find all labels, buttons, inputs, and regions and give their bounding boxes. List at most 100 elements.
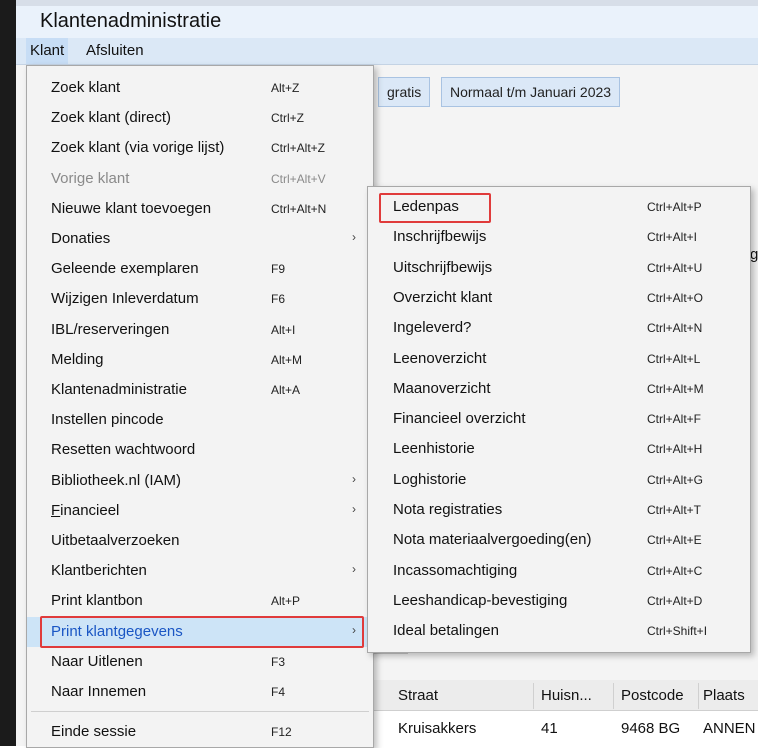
menu-item-zoek-klant-direct[interactable]: Zoek klant (direct) Ctrl+Z <box>27 103 373 133</box>
menu-item-shortcut: F12 <box>271 725 292 740</box>
menu-item-shortcut: F3 <box>271 654 286 669</box>
menu-item-label: Nota materiaalvergoeding(en) <box>393 531 592 549</box>
menu-item-melding[interactable]: Melding Alt+M <box>27 345 373 375</box>
submenu-item-leenhistorie[interactable]: Leenhistorie Ctrl+Alt+H <box>368 434 750 464</box>
menu-item-label: Uitschrijfbewijs <box>393 258 493 276</box>
menu-item-label: Print klantgegevens <box>51 622 183 640</box>
menu-item-shortcut: Ctrl+Alt+T <box>647 503 702 517</box>
menu-item-label: Financieel <box>51 501 120 519</box>
menu-separator <box>31 711 369 713</box>
submenu-item-overzicht-klant[interactable]: Overzicht klant Ctrl+Alt+O <box>368 283 750 313</box>
menu-item-label: Zoek klant <box>51 79 121 96</box>
submenu-item-uitschrijfbewijs[interactable]: Uitschrijfbewijs Ctrl+Alt+U <box>368 253 750 283</box>
menu-item-naar-uitlenen[interactable]: Naar Uitlenen F3 <box>27 647 373 677</box>
grid-cell-straat: Kruisakkers <box>398 720 477 737</box>
grid-header-straat[interactable]: Straat <box>398 687 438 704</box>
menu-item-uitbetaalverzoeken[interactable]: Uitbetaalverzoeken <box>27 526 373 556</box>
menu-item-label: Naar Uitlenen <box>51 652 143 670</box>
submenu-item-ledenpas[interactable]: Ledenpas Ctrl+Alt+P <box>368 192 750 222</box>
menu-item-label: Instellen pincode <box>51 411 164 429</box>
menu-item-shortcut: Ctrl+Alt+V <box>271 171 326 186</box>
menu-item-label: Print klantbon <box>51 592 143 610</box>
submenu-item-ideal-betalingen[interactable]: Ideal betalingen Ctrl+Shift+I <box>368 616 750 646</box>
window-left-edge <box>0 0 16 746</box>
grid-column-divider <box>613 683 614 709</box>
menu-item-zoek-klant-via-vorige-lijst[interactable]: Zoek klant (via vorige lijst) Ctrl+Alt+Z <box>27 133 373 163</box>
menu-item-vorige-klant[interactable]: Vorige klant Ctrl+Alt+V <box>27 164 373 194</box>
menu-item-label: Einde sessie <box>51 723 137 741</box>
menu-item-bibliotheek-nl-iam[interactable]: Bibliotheek.nl (IAM) › <box>27 466 373 496</box>
menu-item-shortcut: Alt+M <box>271 352 303 367</box>
status-chip-membership: Normaal t/m Januari 2023 <box>441 77 621 107</box>
menu-item-print-klantbon[interactable]: Print klantbon Alt+P <box>27 586 373 616</box>
menu-item-klantberichten[interactable]: Klantberichten › <box>27 556 373 586</box>
menu-item-shortcut: Ctrl+Alt+C <box>647 563 703 578</box>
menu-item-label: Klantenadministratie <box>51 381 187 398</box>
menu-item-naar-innemen[interactable]: Naar Innemen F4 <box>27 677 373 707</box>
menu-item-label: Bibliotheek.nl (IAM) <box>51 471 182 489</box>
menu-item-label: Klantberichten <box>51 562 147 580</box>
grid-header-plaats[interactable]: Plaats <box>703 687 745 704</box>
submenu-item-ingeleverd[interactable]: Ingeleverd? Ctrl+Alt+N <box>368 313 750 343</box>
submenu-item-nota-materiaalvergoeding-en[interactable]: Nota materiaalvergoeding(en) Ctrl+Alt+E <box>368 525 750 555</box>
menu-item-label: Leenoverzicht <box>393 349 487 367</box>
submenu-item-leenoverzicht[interactable]: Leenoverzicht Ctrl+Alt+L <box>368 344 750 374</box>
menu-item-einde-sessie[interactable]: Einde sessie F12 <box>27 717 373 747</box>
menu-klant[interactable]: Klant <box>26 38 69 64</box>
menu-item-label: Uitbetaalverzoeken <box>51 532 180 549</box>
menu-item-nieuwe-klant-toevoegen[interactable]: Nieuwe klant toevoegen Ctrl+Alt+N <box>27 194 373 224</box>
menu-item-label: Nieuwe klant toevoegen <box>51 199 212 217</box>
menu-item-shortcut: Ctrl+Alt+M <box>647 381 704 396</box>
chevron-right-icon: › <box>352 622 356 637</box>
menu-item-label: Overzicht klant <box>393 288 493 306</box>
menu-item-wijzigen-inleverdatum[interactable]: Wijzigen Inleverdatum F6 <box>27 284 373 314</box>
chevron-right-icon: › <box>352 471 356 486</box>
menu-item-label: Geleende exemplaren <box>51 260 199 278</box>
menu-item-shortcut: Alt+I <box>271 322 296 337</box>
menu-item-shortcut: F9 <box>271 262 286 277</box>
submenu-item-leeshandicap-bevestiging[interactable]: Leeshandicap-bevestiging Ctrl+Alt+D <box>368 586 750 616</box>
menu-item-label: Leeshandicap-bevestiging <box>393 591 568 609</box>
menu-item-label: Inschrijfbewijs <box>393 228 487 246</box>
grid-header-huisnummer[interactable]: Huisn... <box>541 687 592 704</box>
menu-afsluiten[interactable]: Afsluiten <box>86 38 144 64</box>
menu-item-klantenadministratie[interactable]: Klantenadministratie Alt+A <box>27 375 373 405</box>
menu-bar: Klant Afsluiten <box>16 38 758 65</box>
menu-item-zoek-klant[interactable]: Zoek klant Alt+Z <box>27 73 373 103</box>
menu-item-shortcut: Ctrl+Alt+D <box>647 593 703 608</box>
submenu-item-nota-registraties[interactable]: Nota registraties Ctrl+Alt+T <box>368 495 750 525</box>
print-klantgegevens-submenu: Ledenpas Ctrl+Alt+P Inschrijfbewijs Ctrl+Al… <box>367 186 751 653</box>
menu-item-label: Resetten wachtwoord <box>51 441 196 459</box>
menu-item-instellen-pincode[interactable]: Instellen pincode <box>27 405 373 435</box>
menu-item-shortcut: Ctrl+Alt+P <box>647 200 702 214</box>
menu-item-shortcut: Ctrl+Shift+I <box>647 624 708 639</box>
title-bar: Klantenadministratie <box>16 0 758 38</box>
menu-item-donaties[interactable]: Donaties › <box>27 224 373 254</box>
menu-item-label: IBL/reserveringen <box>51 320 170 338</box>
menu-item-label: Vorige klant <box>51 169 130 187</box>
menu-item-label: Wijzigen Inleverdatum <box>51 290 199 308</box>
menu-item-label: Maanoverzicht <box>393 379 491 397</box>
grid-header-postcode[interactable]: Postcode <box>621 687 684 704</box>
submenu-item-loghistorie[interactable]: Loghistorie Ctrl+Alt+G <box>368 465 750 495</box>
menu-item-label: Ingeleverd? <box>393 319 472 337</box>
submenu-item-maanoverzicht[interactable]: Maanoverzicht Ctrl+Alt+M <box>368 374 750 404</box>
menu-item-print-klantgegevens[interactable]: Print klantgegevens › <box>27 616 373 647</box>
submenu-item-incassomachtiging[interactable]: Incassomachtiging Ctrl+Alt+C <box>368 556 750 586</box>
menu-item-shortcut: Ctrl+Alt+O <box>647 290 704 305</box>
menu-item-label: Ledenpas <box>393 198 459 215</box>
klant-dropdown-menu: Zoek klant Alt+Z Zoek klant (direct) Ctrl+Z… <box>26 65 374 748</box>
menu-item-geleende-exemplaren[interactable]: Geleende exemplaren F9 <box>27 254 373 284</box>
menu-item-shortcut: Ctrl+Alt+Z <box>271 141 326 156</box>
submenu-item-inschrijfbewijs[interactable]: Inschrijfbewijs Ctrl+Alt+I <box>368 222 750 252</box>
chevron-right-icon: › <box>352 562 356 577</box>
menu-item-resetten-wachtwoord[interactable]: Resetten wachtwoord <box>27 435 373 465</box>
grid-column-divider <box>698 683 699 709</box>
menu-item-shortcut: Ctrl+Alt+E <box>647 533 702 548</box>
chevron-right-icon: › <box>352 230 356 244</box>
menu-item-ibl-reserveringen[interactable]: IBL/reserveringen Alt+I <box>27 315 373 345</box>
submenu-item-financieel-overzicht[interactable]: Financieel overzicht Ctrl+Alt+F <box>368 404 750 434</box>
menu-item-financieel[interactable]: Financieel › <box>27 496 373 526</box>
status-chip-gratis: gratis <box>378 77 431 107</box>
menu-item-shortcut: Ctrl+Alt+N <box>271 201 327 216</box>
